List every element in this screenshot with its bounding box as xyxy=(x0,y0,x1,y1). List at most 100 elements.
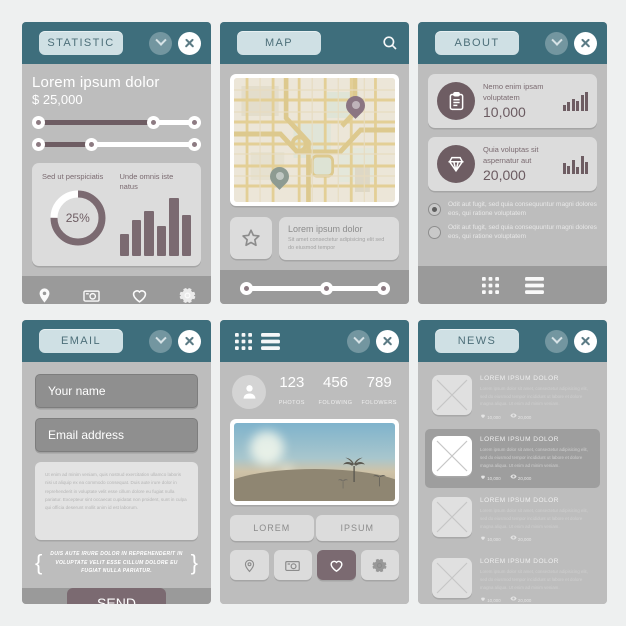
email-field[interactable]: Email address xyxy=(35,418,198,452)
close-icon[interactable] xyxy=(178,329,201,353)
news-item-title: LOREM IPSUM DOLOR xyxy=(480,558,559,566)
quote-text: DUIS AUTE IRURE DOLOR IN REPREHENDERIT I… xyxy=(50,551,183,574)
star-icon[interactable] xyxy=(230,217,272,259)
slider-2[interactable] xyxy=(32,138,201,151)
stat-label: PHOTOS xyxy=(278,400,305,406)
mini-bar xyxy=(580,95,584,111)
message-textarea[interactable]: Ut enim ad minim veniam, quis nostrud ex… xyxy=(35,462,198,540)
radio-button[interactable] xyxy=(428,225,441,239)
slider-1[interactable] xyxy=(32,116,201,129)
about-card-minichart xyxy=(562,154,588,174)
send-button[interactable]: SEND xyxy=(67,587,166,604)
mini-bar xyxy=(571,99,575,111)
map-slider[interactable] xyxy=(239,282,390,295)
map-pin-primary[interactable] xyxy=(342,92,369,121)
profile-header xyxy=(220,320,409,362)
heart-icon[interactable] xyxy=(130,286,149,304)
radio-button-selected[interactable] xyxy=(428,202,441,216)
gear-icon[interactable] xyxy=(178,286,197,304)
mini-bar xyxy=(585,161,588,174)
about-card-premium[interactable]: Quia voluptas sit aspernatur aut 20,000 xyxy=(428,137,597,191)
map-tooltip: Lorem ipsum dolor Sit amet consectetur a… xyxy=(279,217,399,260)
stat-label: FOLOWING xyxy=(318,400,353,406)
stat-photos: 123 PHOTOS xyxy=(274,374,310,409)
brace-right-icon: } xyxy=(190,549,198,575)
news-list-item[interactable]: LOREM IPSUM DOLOR Lorem ipsum dolor sit a… xyxy=(425,490,600,549)
map-footer xyxy=(220,269,409,304)
news-header-actions xyxy=(545,320,597,362)
about-header: ABOUT xyxy=(418,22,607,64)
bar xyxy=(169,198,179,257)
map-pin-secondary[interactable] xyxy=(266,163,293,192)
bar-chart: Unde omnis iste natus xyxy=(119,172,192,257)
location-pin-icon[interactable] xyxy=(36,287,53,304)
close-icon[interactable] xyxy=(376,329,399,353)
news-list-item[interactable]: LOREM IPSUM DOLOR Lorem ipsum dolor sit a… xyxy=(425,551,600,604)
tab-camera[interactable] xyxy=(273,550,312,580)
grid-view-icon[interactable] xyxy=(481,276,499,294)
statistic-header: STATISTIC xyxy=(22,22,211,64)
views-count: 20,000 xyxy=(510,473,531,481)
news-item-body: Lorem ipsum dolor sit amet, consectetur … xyxy=(480,447,588,468)
clipboard-icon xyxy=(437,82,475,120)
close-icon[interactable] xyxy=(178,31,201,55)
tab-location[interactable] xyxy=(230,550,269,580)
user-avatar-icon[interactable] xyxy=(232,374,266,409)
mini-bar xyxy=(571,159,575,174)
donut-label: 25% xyxy=(65,211,90,226)
email-footer: SEND xyxy=(22,587,211,604)
lorem-button[interactable]: LOREM xyxy=(230,515,314,541)
about-footer xyxy=(418,266,607,304)
news-list-item[interactable]: LOREM IPSUM DOLOR Lorem ipsum dolor sit a… xyxy=(425,429,600,489)
photo-frame xyxy=(230,419,399,505)
views-count: 20,000 xyxy=(510,534,531,542)
radio-option-2[interactable]: Odit aut fugit, sed quia consequuntur ma… xyxy=(428,223,597,242)
stat-value: 789 xyxy=(366,374,392,391)
email-header-actions xyxy=(149,320,201,362)
statistic-footer xyxy=(22,276,211,304)
likes-count: 10,000 xyxy=(480,596,501,603)
grid-view-icon[interactable] xyxy=(235,332,252,350)
stat-value: 456 xyxy=(322,374,349,391)
close-icon[interactable] xyxy=(574,31,597,55)
list-view-icon[interactable] xyxy=(524,276,544,294)
chevron-down-icon[interactable] xyxy=(347,329,370,353)
about-card-stats[interactable]: Nemo enim ipsam voluptatem 10,000 xyxy=(428,74,597,128)
camera-icon[interactable] xyxy=(82,286,101,304)
news-list-item[interactable]: LOREM IPSUM DOLOR Lorem ipsum dolor sit a… xyxy=(425,368,600,427)
donut-chart: Sed ut perspiciatis 25% xyxy=(42,172,114,256)
radio-option-1[interactable]: Odit aut fugit, sed quia consequuntur ma… xyxy=(428,200,597,219)
stat-value: 123 xyxy=(279,374,305,391)
stat-following: 456 FOLOWING xyxy=(318,374,354,409)
chevron-down-icon[interactable] xyxy=(149,329,172,353)
chevron-down-icon[interactable] xyxy=(149,31,172,55)
search-icon[interactable] xyxy=(381,34,399,52)
views-count: 20,000 xyxy=(510,412,531,420)
statistic-heading: Lorem ipsum dolor xyxy=(32,74,160,91)
mini-bar xyxy=(580,156,584,174)
name-field[interactable]: Your name xyxy=(35,374,198,408)
about-title: ABOUT xyxy=(435,31,519,55)
about-header-actions xyxy=(545,22,597,64)
map-image[interactable] xyxy=(234,78,395,202)
statistic-body: Lorem ipsum dolor $ 25,000 Sed ut perspi… xyxy=(22,64,211,277)
list-view-icon[interactable] xyxy=(261,332,280,350)
tab-favorites[interactable] xyxy=(317,550,356,580)
ui-mockup-canvas: STATISTIC Lorem ipsum dolor $ 25,000 Sed… xyxy=(0,0,626,626)
email-title: EMAIL xyxy=(39,329,123,353)
ipsum-button[interactable]: IPSUM xyxy=(315,515,399,541)
news-thumbnail-placeholder xyxy=(432,436,472,477)
chevron-down-icon[interactable] xyxy=(545,31,568,55)
news-list: LOREM IPSUM DOLOR Lorem ipsum dolor sit a… xyxy=(418,362,607,604)
photo-desert-sunset[interactable] xyxy=(234,423,395,501)
screen-statistic: STATISTIC Lorem ipsum dolor $ 25,000 Sed… xyxy=(22,22,211,304)
mini-bar xyxy=(562,163,566,174)
tab-settings[interactable] xyxy=(360,550,399,580)
likes-count: 10,000 xyxy=(480,413,501,420)
statistic-amount: $ 25,000 xyxy=(32,92,83,107)
statistic-header-actions xyxy=(149,22,201,64)
close-icon[interactable] xyxy=(574,329,597,353)
chevron-down-icon[interactable] xyxy=(545,329,568,353)
brace-left-icon: { xyxy=(35,549,43,575)
screen-about: ABOUT Nemo enim ipsam voluptatem 10,000 … xyxy=(418,22,607,304)
